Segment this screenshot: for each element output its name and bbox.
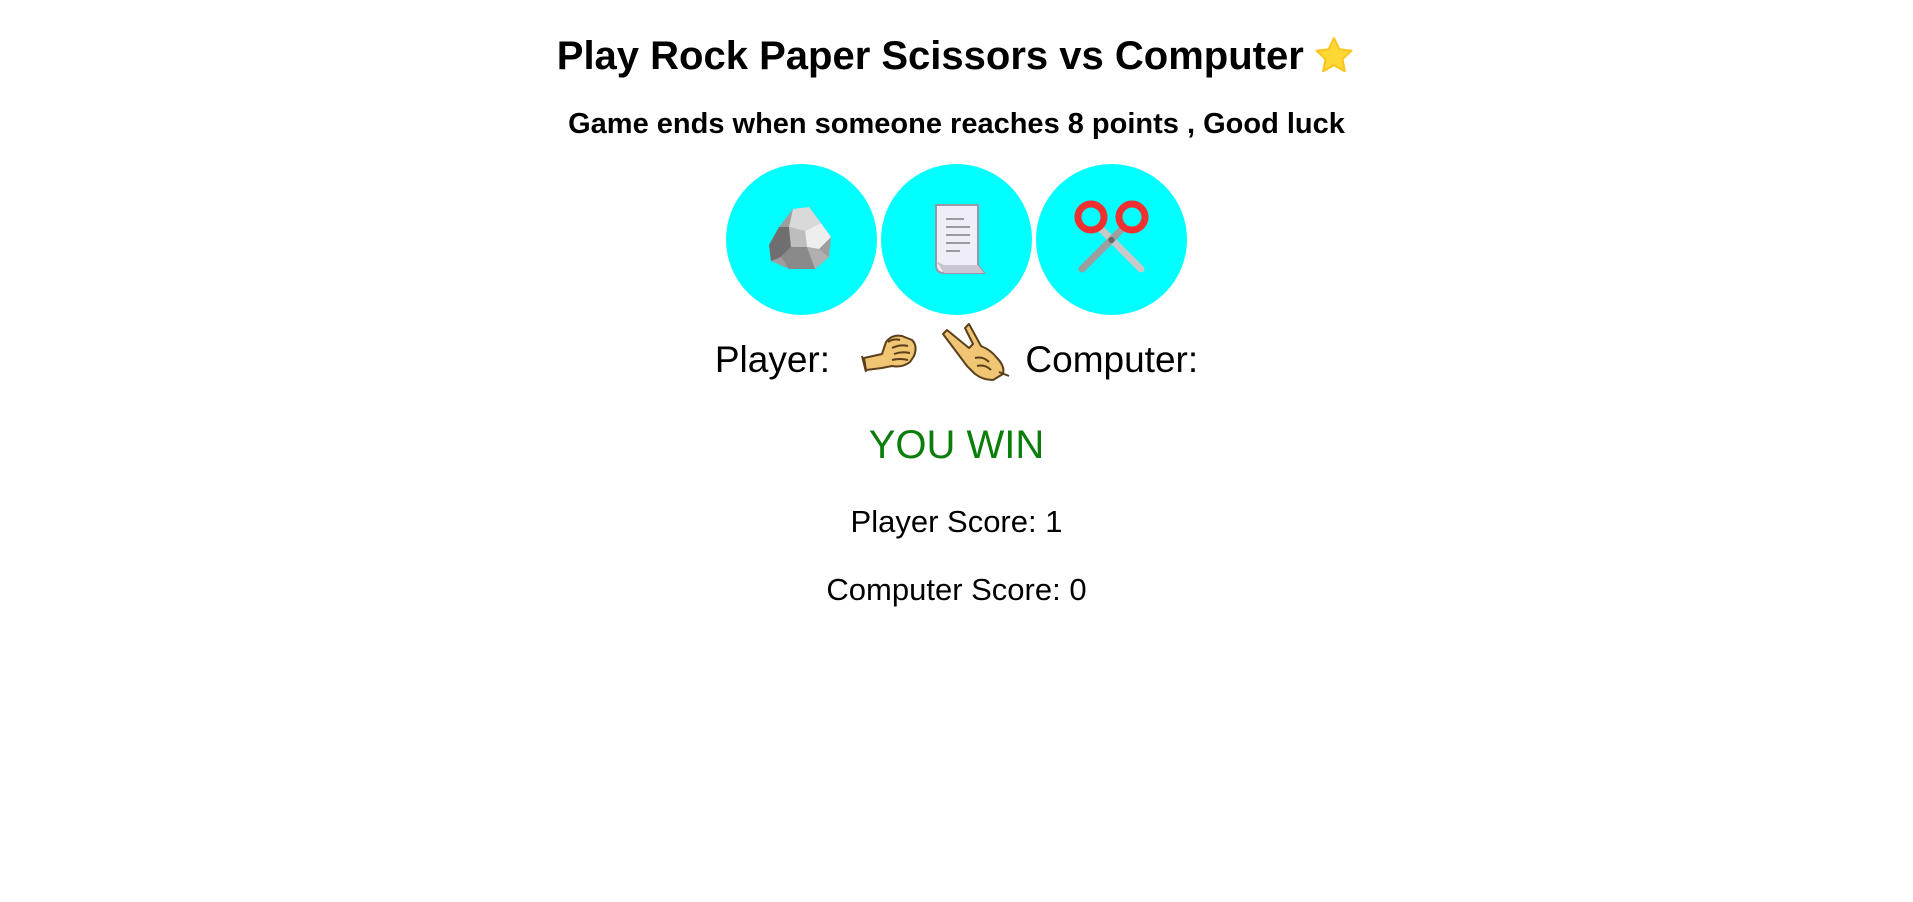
player-label: Player: — [714, 339, 831, 380]
rock-button[interactable] — [726, 164, 877, 315]
computer-score: Computer Score: 0 — [826, 572, 1087, 607]
paper-icon — [935, 204, 986, 274]
paper-button[interactable] — [881, 164, 1032, 315]
game-page: Play Rock Paper Scissors vs Computer Gam… — [0, 0, 1913, 902]
page-title: Play Rock Paper Scissors vs Computer — [556, 34, 1304, 78]
game-rules-subtitle: Game ends when someone reaches 8 points … — [568, 108, 1345, 140]
star-icon — [1315, 37, 1353, 73]
computer-label: Computer: — [1025, 339, 1199, 380]
round-status: YOU WIN — [868, 423, 1045, 467]
player-score: Player Score: 1 — [850, 504, 1063, 539]
round-result-row: Player: Computer: — [0, 318, 1913, 398]
fist-hand-icon — [861, 334, 918, 373]
scissors-button[interactable] — [1036, 164, 1187, 315]
victory-hand-icon — [941, 323, 1010, 381]
rock-icon — [769, 207, 831, 269]
scissors-icon — [1074, 200, 1149, 273]
choice-buttons — [0, 164, 1913, 315]
title-row: Play Rock Paper Scissors vs Computer — [0, 30, 1913, 82]
